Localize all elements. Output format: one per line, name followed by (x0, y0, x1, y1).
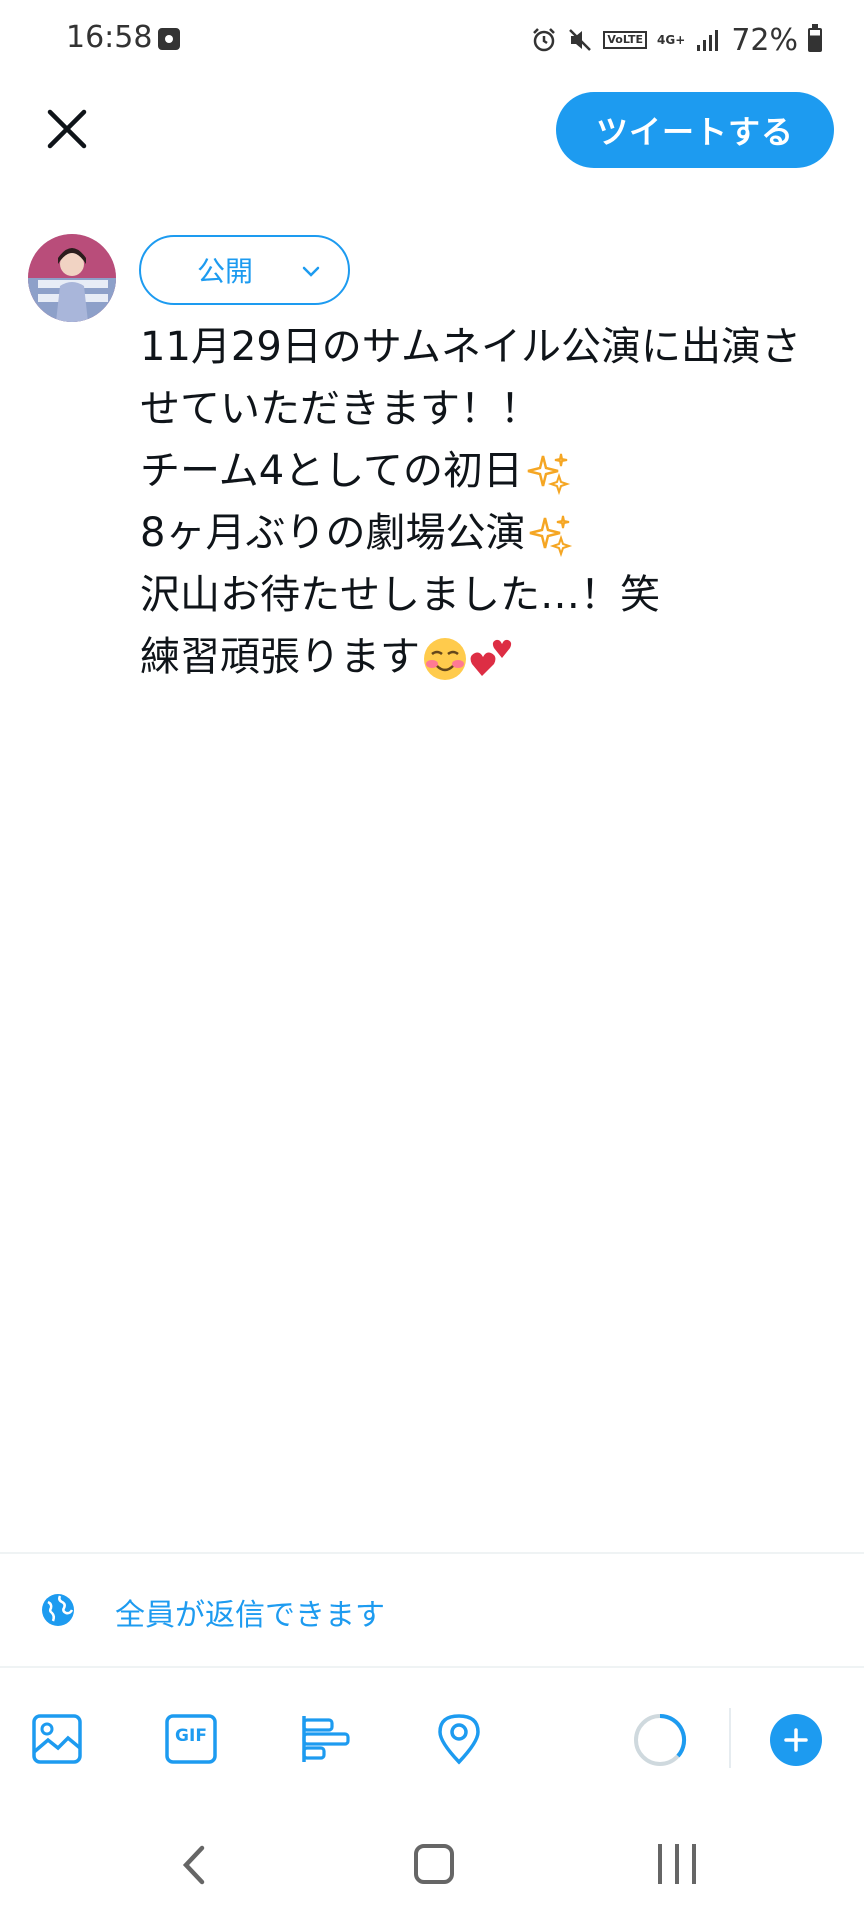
plus-icon (784, 1728, 808, 1752)
status-bar: 16:58 VoLTE 4G+ 72% (0, 0, 864, 80)
add-thread-button[interactable] (770, 1714, 822, 1766)
tweet-line: せていただきます！！ (140, 386, 540, 432)
close-icon[interactable] (44, 106, 90, 152)
system-nav-bar (0, 1808, 864, 1920)
recent-bar (658, 1844, 662, 1884)
location-icon[interactable] (432, 1712, 486, 1766)
tweet-button[interactable]: ツイートする (556, 92, 834, 168)
tweet-line: 11月29日のサムネイル公演に出演さ (140, 324, 801, 370)
avatar-image (28, 234, 116, 322)
status-icons: VoLTE 4G+ 72% (531, 20, 822, 60)
sparkles-icon (527, 453, 571, 496)
two-hearts-icon (470, 639, 512, 676)
sparkles-icon (530, 515, 573, 558)
battery-icon (808, 24, 822, 52)
recent-bar (675, 1844, 679, 1884)
reply-setting[interactable]: 全員が返信できます (0, 1554, 864, 1666)
chevron-down-icon (302, 266, 320, 277)
status-time: 16:58 (66, 20, 153, 55)
image-icon[interactable] (30, 1712, 84, 1766)
audience-label: 公開 (197, 255, 254, 288)
tweet-line: 8ヶ月ぶりの劇場公演 (140, 502, 830, 564)
tweet-line: 練習頑張ります (140, 626, 830, 688)
character-count-ring (634, 1713, 687, 1766)
home-icon[interactable] (414, 1844, 454, 1884)
back-icon[interactable] (176, 1844, 212, 1886)
battery-percent: 72% (731, 22, 798, 58)
recent-apps-icon[interactable] (658, 1844, 696, 1884)
signal-icon (697, 30, 719, 51)
compose-toolbar: GIF (0, 1668, 864, 1808)
tweet-line: 沢山お待たせしました…！笑 (140, 572, 660, 618)
toolbar-separator (729, 1708, 731, 1768)
gif-icon[interactable]: GIF (164, 1712, 218, 1766)
recent-bar (692, 1844, 696, 1884)
globe-icon (42, 1594, 74, 1626)
volte-icon: VoLTE (603, 31, 648, 49)
smiling-face-icon (424, 638, 466, 680)
gif-label: GIF (175, 1726, 207, 1746)
poll-icon[interactable] (298, 1712, 352, 1766)
audience-selector[interactable]: 公開 (139, 235, 350, 305)
tweet-text-area[interactable]: 11月29日のサムネイル公演に出演さ せていただきます！！ チーム4としての初日… (140, 316, 830, 688)
tweet-line: チーム4としての初日 (140, 440, 830, 502)
notification-icon (158, 28, 180, 50)
alarm-icon (533, 28, 556, 52)
reply-setting-label: 全員が返信できます (115, 1598, 385, 1633)
avatar[interactable] (28, 234, 116, 322)
mute-icon (569, 29, 592, 51)
4g-icon: 4G+ (657, 33, 686, 47)
